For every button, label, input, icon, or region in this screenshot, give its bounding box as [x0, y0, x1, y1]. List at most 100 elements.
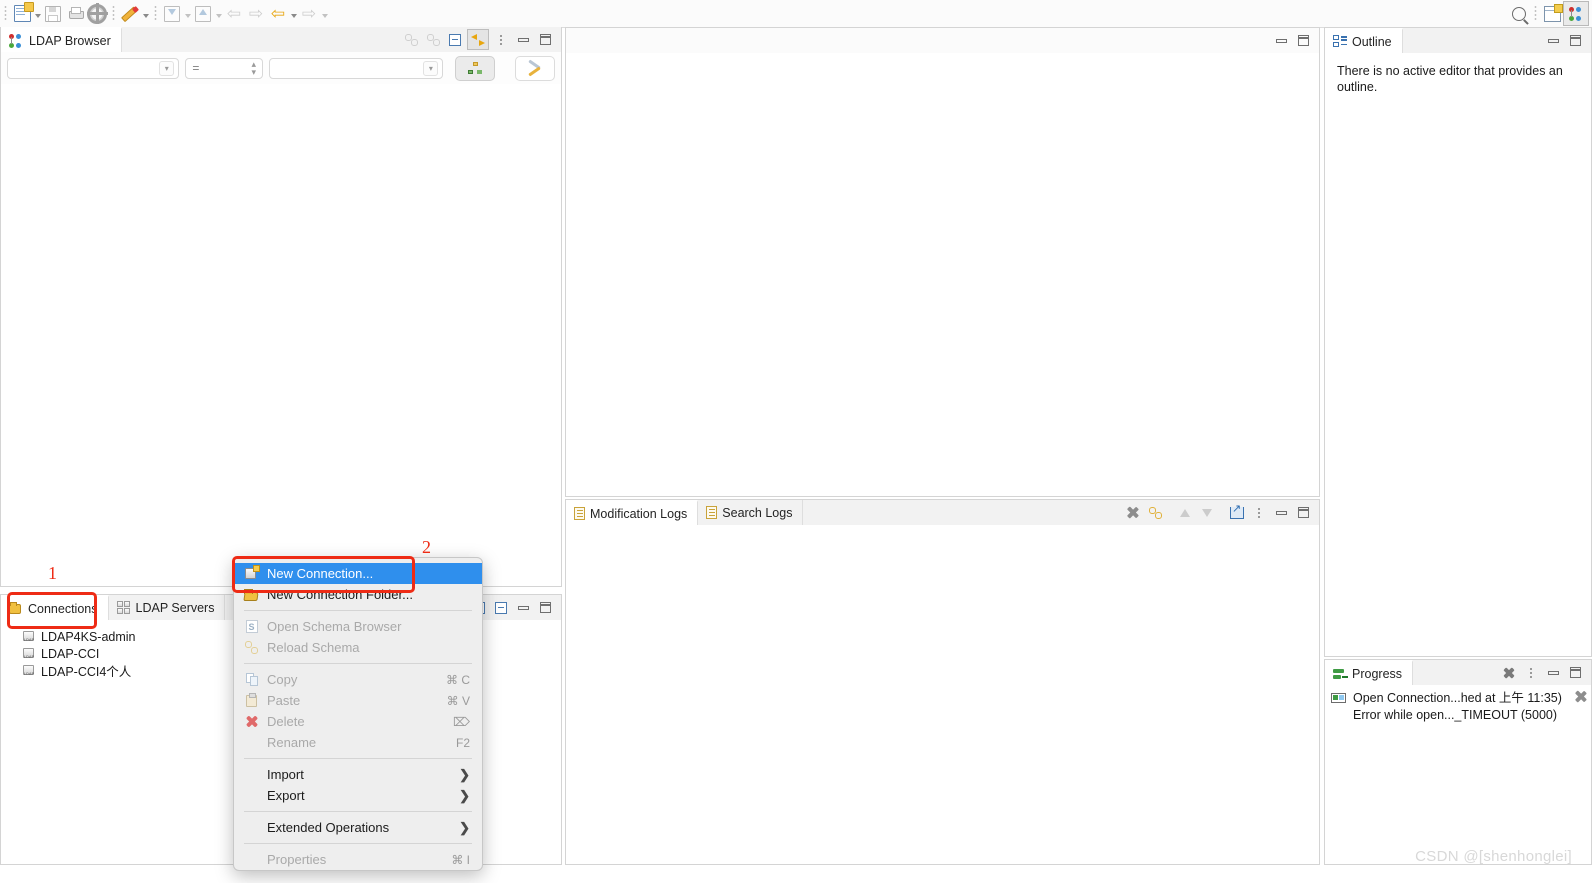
- tab-search-logs[interactable]: Search Logs: [698, 500, 804, 525]
- link-arrows-icon: [471, 33, 485, 46]
- progress-entry[interactable]: Open Connection...hed at 上午 11:35) Error…: [1325, 685, 1591, 729]
- tab-ldap-servers[interactable]: LDAP Servers: [108, 595, 226, 620]
- menu-item-open-schema-browser[interactable]: S Open Schema Browser: [234, 616, 482, 637]
- log-document-icon: [706, 506, 718, 519]
- back-button[interactable]: ⇦: [223, 3, 245, 24]
- previous-dropdown[interactable]: [289, 3, 298, 24]
- next-button[interactable]: ⇨: [298, 3, 320, 24]
- export-dropdown[interactable]: [214, 3, 223, 24]
- minimize-tool[interactable]: [1271, 503, 1291, 522]
- open-perspective-button[interactable]: [1541, 3, 1563, 24]
- progress-icon: [1333, 668, 1347, 680]
- minimize-tool[interactable]: [1543, 663, 1563, 682]
- outline-tools: [1543, 28, 1591, 53]
- link-with-editor-tool[interactable]: [467, 29, 489, 50]
- vertical-dots-icon: [1529, 666, 1533, 679]
- collapse-all-tool[interactable]: [445, 30, 465, 49]
- menu-item-new-connection-folder[interactable]: New Connection Folder...: [234, 584, 482, 605]
- search-button[interactable]: [1508, 3, 1530, 24]
- menu-item-properties[interactable]: Properties ⌘ I: [234, 849, 482, 870]
- view-menu-tool[interactable]: [1249, 503, 1269, 522]
- hierarchy-button[interactable]: [455, 55, 496, 81]
- new-document-dropdown[interactable]: [33, 3, 42, 24]
- tab-modification-logs[interactable]: Modification Logs: [566, 500, 699, 525]
- view-menu-tool[interactable]: [491, 30, 511, 49]
- tab-connections[interactable]: Connections: [1, 595, 109, 620]
- quick-access-button[interactable]: [119, 3, 141, 24]
- minimize-tool[interactable]: [513, 598, 533, 617]
- refresh-tool[interactable]: [401, 30, 421, 49]
- maximize-tool[interactable]: [535, 598, 555, 617]
- cancel-x-icon: [1574, 690, 1587, 703]
- tab-label: Connections: [28, 601, 98, 616]
- menu-item-label: Open Schema Browser: [267, 619, 402, 634]
- print-icon: [68, 7, 84, 20]
- ldap-browser-perspective-button[interactable]: [1563, 1, 1589, 26]
- quick-access-dropdown[interactable]: [141, 3, 150, 24]
- menu-item-rename[interactable]: Rename F2: [234, 732, 482, 753]
- import-dropdown[interactable]: [183, 3, 192, 24]
- save-icon: [45, 5, 61, 22]
- filter-operator-stepper[interactable]: = ▴ ▾: [185, 57, 264, 79]
- tab-label: Modification Logs: [590, 506, 688, 521]
- new-document-button[interactable]: [11, 2, 34, 24]
- menu-item-accelerator: ⌘ C: [446, 672, 470, 687]
- tab-label: Outline: [1352, 34, 1392, 49]
- view-menu-tool[interactable]: [1521, 663, 1541, 682]
- next-dropdown[interactable]: [320, 3, 329, 24]
- minimize-tool[interactable]: [1271, 31, 1291, 50]
- menu-item-import[interactable]: Import ❯: [234, 764, 482, 785]
- menu-item-label: Properties: [267, 852, 327, 867]
- import-button[interactable]: [161, 3, 183, 24]
- menu-item-new-connection[interactable]: New Connection...: [234, 563, 482, 584]
- tab-outline[interactable]: Outline: [1325, 28, 1403, 53]
- tab-ldap-browser[interactable]: LDAP Browser: [1, 27, 122, 52]
- arrow-left-icon: ⇦: [226, 4, 242, 23]
- menu-item-extended-operations[interactable]: Extended Operations ❯: [234, 817, 482, 838]
- maximize-tool[interactable]: [1293, 31, 1313, 50]
- print-button[interactable]: [64, 3, 86, 24]
- minimize-tool[interactable]: [1543, 31, 1563, 50]
- link-tool[interactable]: [423, 30, 443, 49]
- minimize-tool[interactable]: [513, 30, 533, 49]
- menu-item-label: Paste: [267, 693, 301, 708]
- menu-item-label: Reload Schema: [267, 640, 360, 655]
- stop-all-tool[interactable]: [1499, 663, 1519, 682]
- maximize-tool[interactable]: [535, 30, 555, 49]
- collapse-all-tool[interactable]: [491, 598, 511, 617]
- newer-tool[interactable]: [1197, 503, 1217, 522]
- maximize-icon: [1297, 35, 1309, 46]
- gear-icon: [86, 3, 108, 24]
- logs-content[interactable]: [566, 525, 1319, 864]
- save-button[interactable]: [42, 3, 64, 24]
- maximize-tool[interactable]: [1565, 663, 1585, 682]
- maximize-icon: [1569, 667, 1581, 678]
- filter-attribute-combo[interactable]: ▾: [7, 57, 180, 79]
- menu-item-reload-schema[interactable]: Reload Schema: [234, 637, 482, 658]
- connections-folder-icon: [9, 601, 23, 615]
- menu-item-export[interactable]: Export ❯: [234, 785, 482, 806]
- refresh-tool[interactable]: [1145, 503, 1165, 522]
- minimize-icon: [1547, 38, 1559, 43]
- filter-tools-button[interactable]: [515, 55, 556, 81]
- maximize-tool[interactable]: [1565, 31, 1585, 50]
- clear-tool[interactable]: [1123, 503, 1143, 522]
- menu-item-paste[interactable]: Paste ⌘ V: [234, 690, 482, 711]
- connections-context-menu[interactable]: New Connection... New Connection Folder.…: [233, 557, 483, 871]
- previous-button[interactable]: ⇦: [267, 3, 289, 24]
- export-tool[interactable]: [1227, 502, 1247, 522]
- cancel-progress-button[interactable]: [1574, 690, 1587, 706]
- tab-progress[interactable]: Progress: [1325, 660, 1414, 685]
- forward-button[interactable]: ⇨: [245, 3, 267, 24]
- older-tool[interactable]: [1175, 503, 1195, 522]
- menu-item-delete[interactable]: Delete ⌦: [234, 711, 482, 732]
- export-button[interactable]: [192, 3, 214, 24]
- chain-icon: [426, 33, 440, 46]
- filter-term-combo[interactable]: ▾: [269, 57, 444, 79]
- menu-item-copy[interactable]: Copy ⌘ C: [234, 669, 482, 690]
- editor-empty-area[interactable]: [566, 53, 1319, 496]
- menu-separator: [244, 758, 472, 759]
- preferences-button[interactable]: [86, 3, 108, 24]
- ldap-browser-tree[interactable]: [1, 84, 561, 586]
- maximize-tool[interactable]: [1293, 503, 1313, 522]
